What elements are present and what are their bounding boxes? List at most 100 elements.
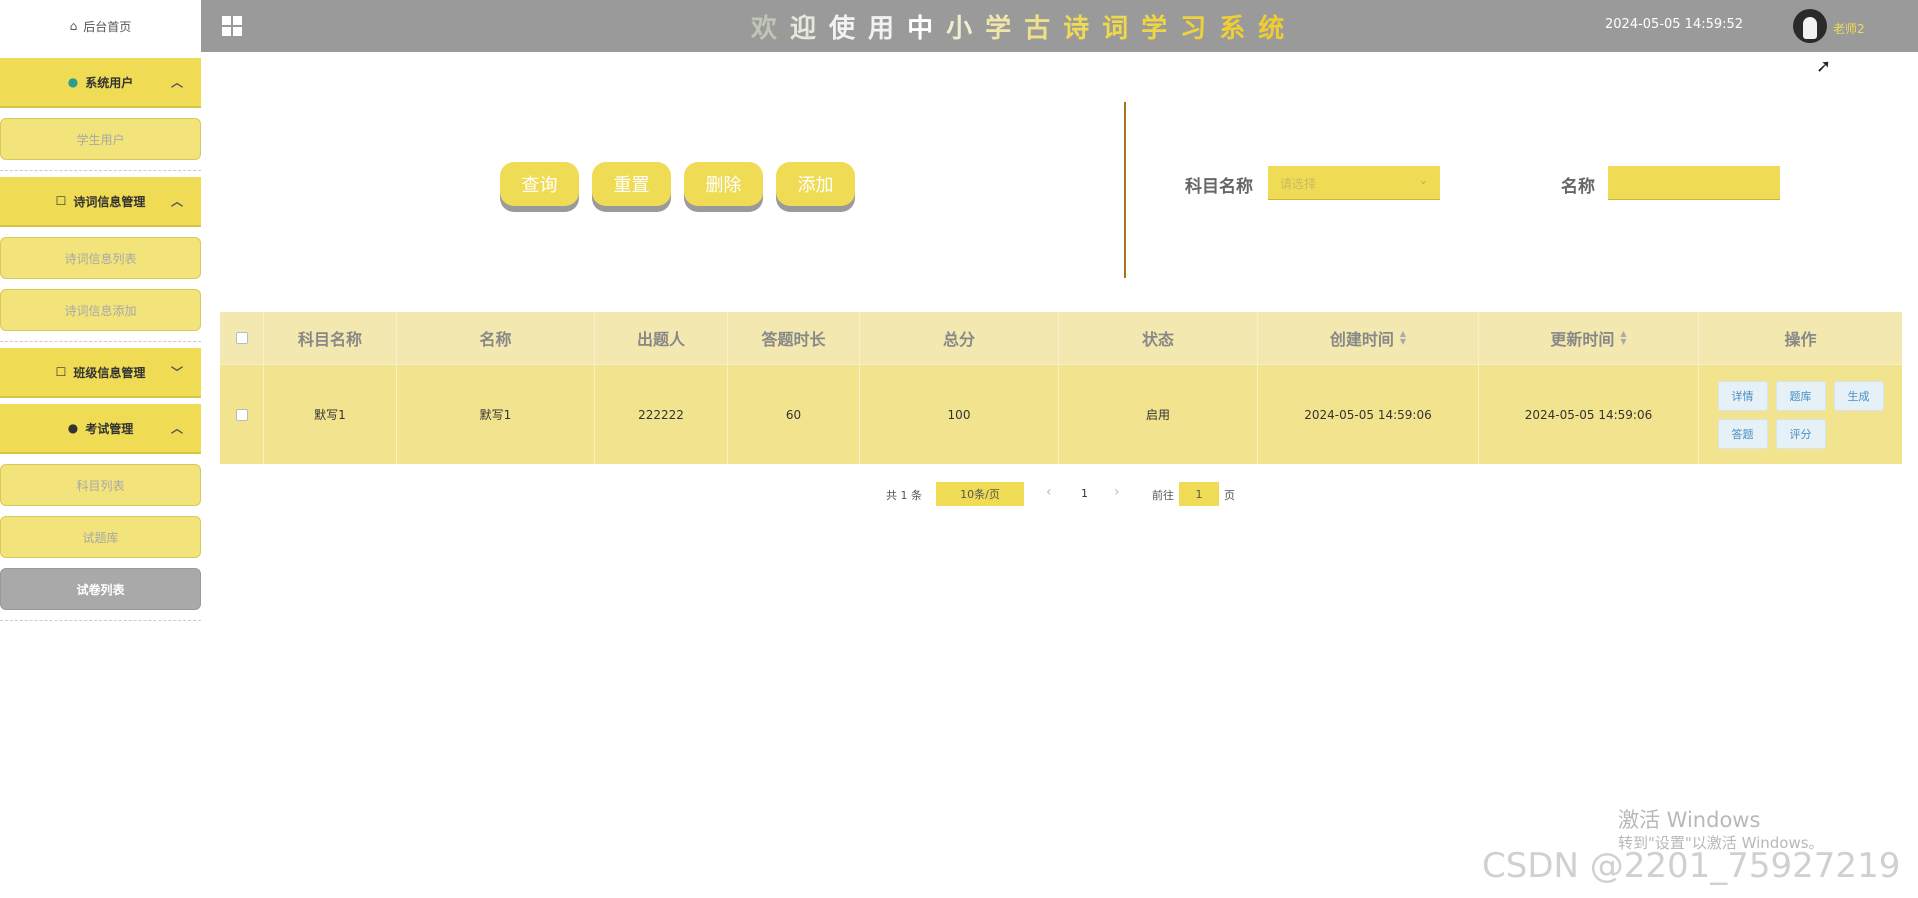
- csdn-watermark: CSDN @2201_75927219: [1482, 846, 1901, 886]
- sidebar-home[interactable]: ⌂ 后台首页: [0, 0, 201, 52]
- user-icon: ●: [67, 75, 79, 89]
- title-char: 欢: [751, 14, 791, 44]
- sidebar-item-poetry-list[interactable]: 诗词信息列表: [0, 237, 201, 279]
- title-char: 迎: [790, 14, 830, 44]
- sidebar-item-label: 科目列表: [76, 478, 125, 493]
- column-header-created[interactable]: 创建时间 ▲ ▼: [1258, 312, 1479, 364]
- sidebar-divider: [0, 341, 201, 342]
- row-select-cell: [220, 365, 264, 464]
- title-char: 古: [1024, 14, 1064, 44]
- goto-prefix: 前往: [1152, 489, 1174, 502]
- table-row: 默写1 默写1 222222 60 100 启用 2024-05-05 14:5…: [220, 364, 1902, 464]
- sidebar-group-system-users[interactable]: ● 系统用户 ︿: [0, 58, 201, 108]
- cell-duration: 60: [728, 365, 860, 464]
- column-header: 出题人: [595, 312, 728, 364]
- title-char: 小: [946, 14, 986, 44]
- detail-button[interactable]: 详情: [1717, 380, 1768, 411]
- name-filter-label: 名称: [1561, 177, 1595, 197]
- table-header: 科目名称 名称 出题人 答题时长 总分 状态 创建时间 ▲ ▼ 更新时间 ▲ ▼ 操…: [220, 312, 1902, 364]
- title-char: 中: [907, 14, 947, 44]
- title-char: 词: [1102, 14, 1142, 44]
- sort-icon[interactable]: ▲ ▼: [1400, 330, 1406, 346]
- sidebar-item-label: 诗词信息列表: [64, 251, 137, 266]
- cell-score: 100: [860, 365, 1059, 464]
- title-char: 诗: [1063, 14, 1103, 44]
- cell-updated: 2024-05-05 14:59:06: [1479, 365, 1699, 464]
- current-datetime: 2024-05-05 14:59:52: [1605, 17, 1744, 32]
- sidebar-group-poetry[interactable]: ☐ 诗词信息管理 ︿: [0, 177, 201, 227]
- column-header: 操作: [1784, 330, 1817, 349]
- sidebar: ⌂ 后台首页 ● 系统用户 ︿ 学生用户 ☐ 诗词信息管理 ︿ 诗词信息列表 诗…: [0, 0, 201, 898]
- name-input[interactable]: [1608, 166, 1780, 200]
- sidebar-item-label: 诗词信息添加: [64, 303, 137, 318]
- column-header: 状态: [1059, 312, 1258, 364]
- chevron-down-icon: ﹀: [170, 365, 183, 380]
- page-number[interactable]: 1: [1081, 487, 1088, 500]
- sidebar-group-exam[interactable]: ● 考试管理 ︿: [0, 404, 201, 454]
- cell-subject: 默写1: [264, 365, 397, 464]
- select-all-checkbox[interactable]: [235, 332, 248, 344]
- sidebar-item-label: 试题库: [82, 530, 119, 545]
- chevron-up-icon: ︿: [170, 421, 183, 436]
- cell-author: 222222: [595, 365, 728, 464]
- title-char: 用: [868, 14, 908, 44]
- sort-icon[interactable]: ▲ ▼: [1620, 330, 1626, 346]
- edit-icon: ☐: [55, 194, 67, 208]
- sidebar-item-label: 学生用户: [76, 132, 125, 147]
- generate-button[interactable]: 生成: [1833, 380, 1884, 411]
- reset-button[interactable]: 重置: [592, 162, 671, 206]
- delete-button[interactable]: 删除: [684, 162, 763, 206]
- avatar[interactable]: [1793, 9, 1827, 43]
- subject-filter-label: 科目名称: [1185, 177, 1253, 197]
- title-char: 统: [1258, 14, 1298, 44]
- sidebar-divider: [0, 620, 201, 621]
- windows-activation-title: 激活 Windows: [1618, 808, 1761, 832]
- add-button[interactable]: 添加: [776, 162, 855, 206]
- grade-button[interactable]: 评分: [1775, 418, 1826, 449]
- cell-status: 启用: [1059, 365, 1258, 464]
- grid-menu-icon[interactable]: [222, 16, 242, 36]
- title-char: 学: [985, 14, 1025, 44]
- sidebar-group-label: 班级信息管理: [73, 365, 146, 380]
- chevron-up-icon: ︿: [170, 75, 183, 90]
- chevron-up-icon: ︿: [170, 194, 183, 209]
- goto-suffix: 页: [1224, 489, 1235, 502]
- username[interactable]: 老师2: [1833, 20, 1865, 37]
- row-checkbox[interactable]: [235, 408, 248, 421]
- top-bar: 欢迎使用中小学古诗词学习系统 2024-05-05 14:59:52 老师2: [201, 0, 1918, 52]
- subject-select-placeholder: 请选择: [1280, 177, 1317, 191]
- column-header-label: 创建时间: [1329, 330, 1394, 349]
- sidebar-divider: [0, 170, 201, 171]
- home-icon: ⌂: [69, 19, 78, 33]
- sidebar-item-poetry-add[interactable]: 诗词信息添加: [0, 289, 201, 331]
- sidebar-item-paper-list[interactable]: 试卷列表: [0, 568, 201, 610]
- column-header-updated[interactable]: 更新时间 ▲ ▼: [1479, 312, 1699, 364]
- question-bank-button[interactable]: 题库: [1775, 380, 1826, 411]
- vertical-divider: [1124, 102, 1126, 278]
- mouse-cursor-icon: ➚: [1816, 56, 1832, 77]
- column-header: 答题时长: [728, 312, 860, 364]
- goto-page-input[interactable]: 1: [1179, 482, 1219, 506]
- page-size-select[interactable]: 10条/页: [936, 482, 1024, 506]
- select-all-cell: [220, 312, 264, 364]
- sidebar-group-label: 诗词信息管理: [73, 194, 146, 209]
- edit-icon: ☐: [55, 365, 67, 379]
- title-char: 学: [1141, 14, 1181, 44]
- sidebar-item-question-bank[interactable]: 试题库: [0, 516, 201, 558]
- bulb-icon: ●: [67, 421, 79, 435]
- pagination-total: 共 1 条: [886, 489, 922, 502]
- next-page-icon[interactable]: ›: [1114, 484, 1120, 500]
- title-char: 系: [1219, 14, 1259, 44]
- sidebar-group-class[interactable]: ☐ 班级信息管理 ﹀: [0, 348, 201, 398]
- sidebar-item-student-users[interactable]: 学生用户: [0, 118, 201, 160]
- answer-button[interactable]: 答题: [1717, 418, 1768, 449]
- prev-page-icon[interactable]: ‹: [1046, 484, 1052, 500]
- row-actions: 详情 题库 生成 答题 评分: [1717, 380, 1884, 449]
- cell-name: 默写1: [397, 365, 595, 464]
- query-button[interactable]: 查询: [500, 162, 579, 206]
- cell-ops: 详情 题库 生成 答题 评分: [1699, 365, 1902, 464]
- data-table: 科目名称 名称 出题人 答题时长 总分 状态 创建时间 ▲ ▼ 更新时间 ▲ ▼ 操…: [220, 312, 1902, 464]
- sidebar-item-subject-list[interactable]: 科目列表: [0, 464, 201, 506]
- column-header: 名称: [397, 312, 595, 364]
- subject-select[interactable]: 请选择 ⌄: [1268, 166, 1440, 200]
